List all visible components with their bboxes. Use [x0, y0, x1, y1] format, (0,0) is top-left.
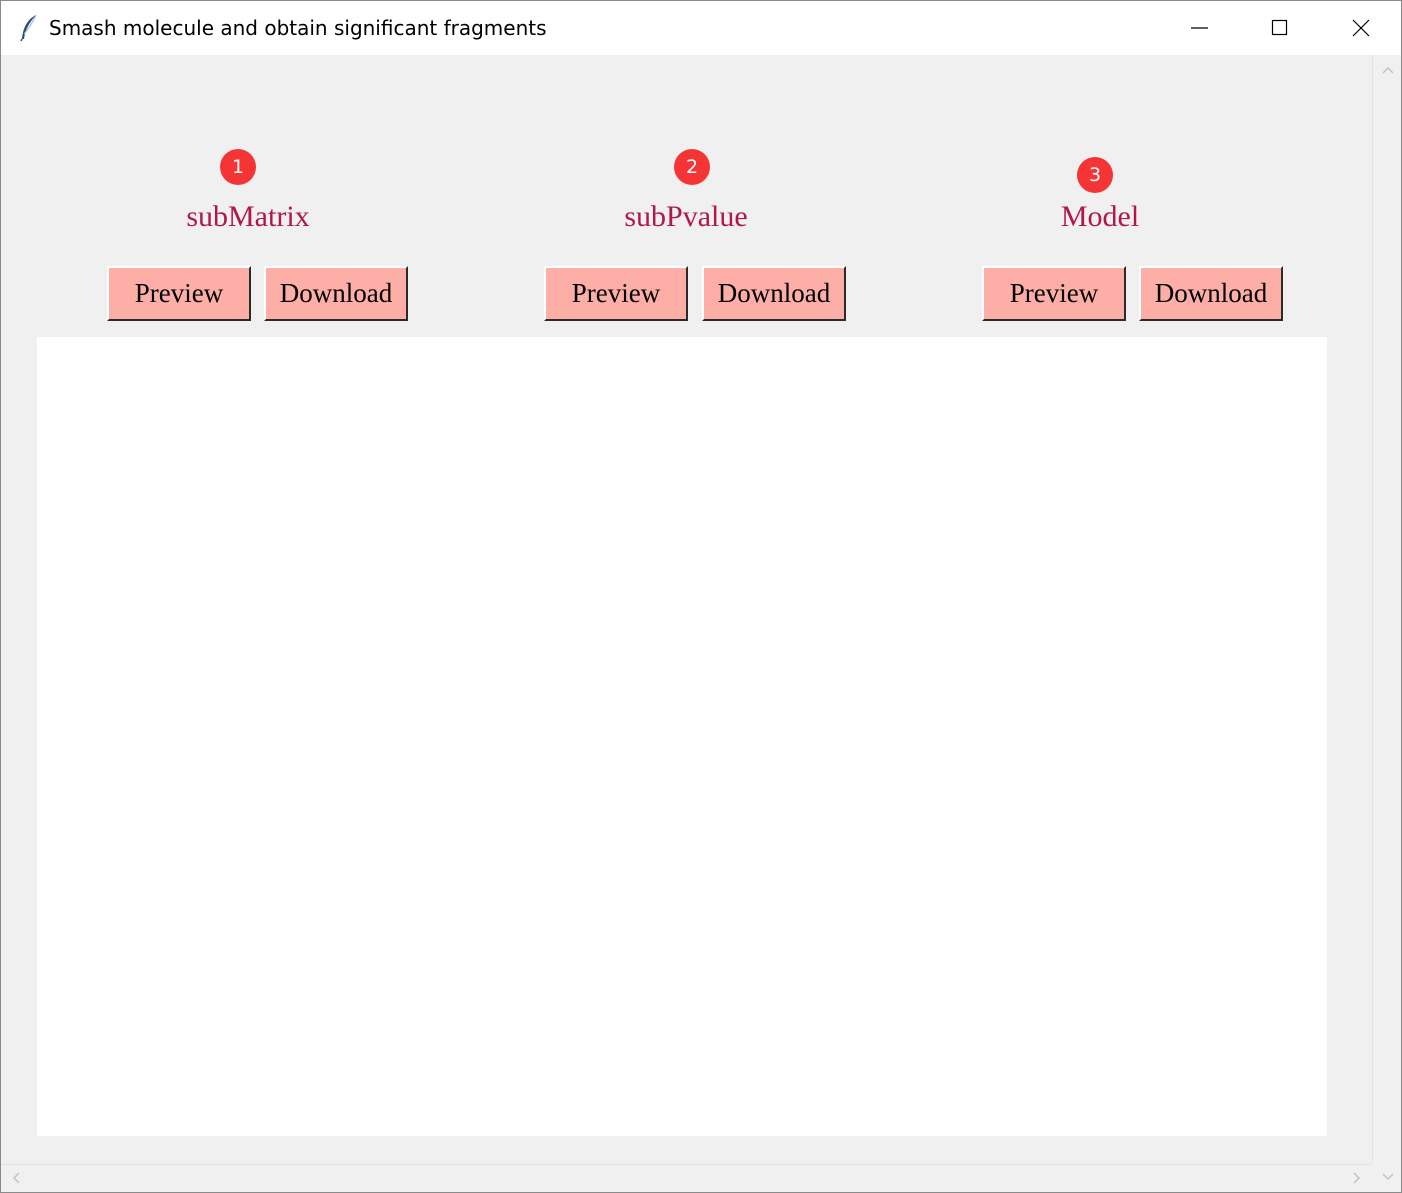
title-bar[interactable]: Smash molecule and obtain significant fr… [1, 1, 1401, 55]
chevron-left-icon[interactable] [9, 1171, 23, 1190]
section-model: 3 Model Preview Download [930, 55, 1283, 335]
horizontal-scrollbar[interactable] [1, 1164, 1372, 1192]
chevron-right-icon[interactable] [1350, 1171, 1364, 1190]
maximize-button[interactable] [1240, 1, 1320, 55]
app-window: Smash molecule and obtain significant fr… [0, 0, 1402, 1193]
section-submatrix: 1 subMatrix Preview Download [78, 55, 418, 335]
submatrix-preview-button[interactable]: Preview [107, 266, 251, 321]
feather-icon [19, 14, 39, 42]
subpvalue-preview-button[interactable]: Preview [544, 266, 688, 321]
chevron-up-icon[interactable] [1381, 63, 1395, 82]
vertical-scrollbar[interactable] [1372, 55, 1401, 1181]
model-download-button[interactable]: Download [1139, 266, 1283, 321]
client-area: 1 subMatrix Preview Download 2 subPvalue… [1, 55, 1401, 1192]
section-label: Model [1060, 200, 1140, 233]
close-button[interactable] [1321, 1, 1401, 55]
window-title: Smash molecule and obtain significant fr… [49, 16, 547, 40]
section-label: subMatrix [186, 200, 310, 233]
section-label: subPvalue [624, 200, 748, 233]
model-preview-button[interactable]: Preview [982, 266, 1126, 321]
subpvalue-download-button[interactable]: Download [702, 266, 846, 321]
preview-canvas[interactable] [37, 337, 1327, 1136]
step-badge: 1 [220, 149, 256, 185]
minimize-button[interactable] [1160, 1, 1240, 55]
step-badge: 3 [1077, 157, 1113, 193]
chevron-down-icon[interactable] [1381, 1170, 1395, 1189]
step-badge: 2 [674, 149, 710, 185]
section-subpvalue: 2 subPvalue Preview Download [516, 55, 856, 335]
submatrix-download-button[interactable]: Download [264, 266, 408, 321]
